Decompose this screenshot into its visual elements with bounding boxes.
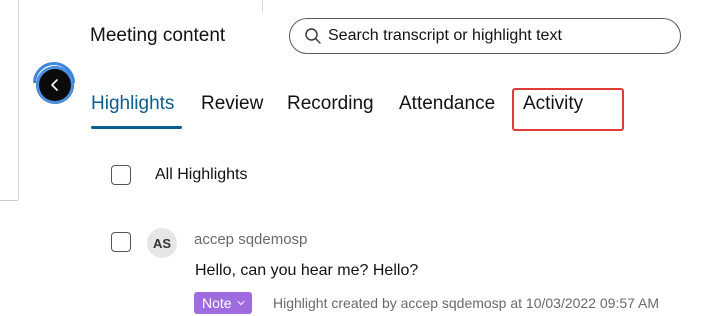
highlight-author: accep sqdemosp (194, 231, 308, 248)
panel-divider-horizontal (0, 200, 18, 201)
panel-divider-top (262, 0, 263, 12)
all-highlights-checkbox[interactable] (111, 165, 131, 185)
page-title: Meeting content (90, 25, 226, 46)
search-input[interactable] (328, 27, 658, 45)
active-tab-indicator (91, 126, 182, 129)
note-tag-label: Note (202, 295, 232, 311)
search-icon (305, 28, 321, 44)
activity-callout-box (512, 88, 624, 131)
highlight-checkbox[interactable] (111, 232, 131, 252)
tab-recording[interactable]: Recording (287, 93, 374, 115)
note-tag-dropdown[interactable]: Note (194, 292, 252, 314)
all-highlights-label: All Highlights (155, 166, 248, 183)
highlight-meta: Highlight created by accep sqdemosp at 1… (273, 295, 660, 311)
tab-review[interactable]: Review (201, 93, 263, 115)
chevron-left-icon (51, 79, 58, 91)
chevron-down-icon (236, 300, 245, 306)
avatar: AS (147, 228, 177, 258)
tab-attendance[interactable]: Attendance (399, 93, 495, 115)
panel-divider (18, 0, 19, 200)
highlight-text: Hello, can you hear me? Hello? (195, 262, 419, 279)
back-button[interactable] (36, 66, 74, 104)
search-box[interactable] (289, 18, 681, 54)
tab-highlights[interactable]: Highlights (91, 93, 174, 115)
